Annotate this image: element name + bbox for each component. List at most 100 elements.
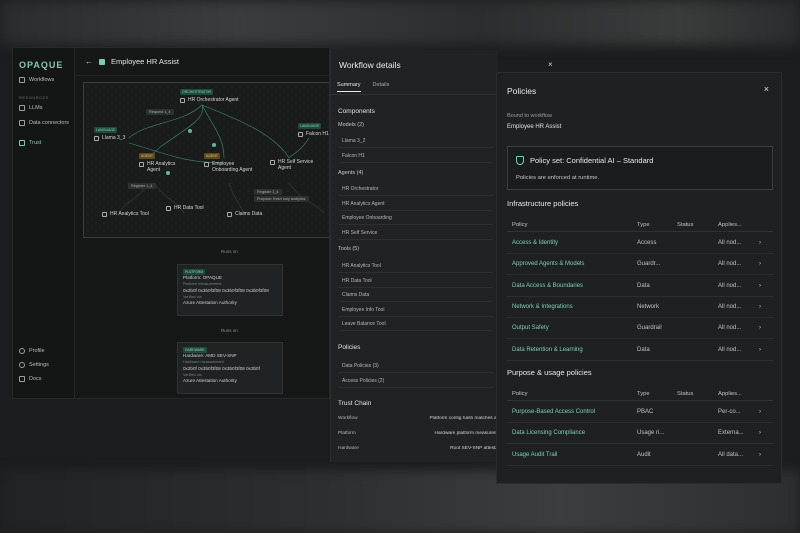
policy-name[interactable]: Data Retention & Learning (512, 340, 630, 361)
close-icon[interactable]: × (764, 84, 769, 94)
node-hr-self-service-agent[interactable]: HR Self Service Agent (270, 159, 320, 171)
policy-applies: All nod... (718, 282, 742, 289)
hardware-card[interactable]: HARDWARE Hardware: AMD SEV-SNP Hardware … (177, 342, 283, 394)
list-item[interactable]: HR Analytics Agent (338, 197, 494, 211)
bound-label: Bound to workflow (507, 113, 552, 119)
table-row[interactable]: Data Licensing ComplianceUsage ri...✓Enf… (507, 423, 773, 445)
list-item[interactable]: Llama 3_2 (338, 134, 494, 148)
workflow-canvas[interactable]: ORCHESTRATOR HR Orchestrator Agent LANGU… (83, 82, 329, 238)
list-item[interactable]: Leave Balance Tool (338, 317, 494, 331)
list-item[interactable]: Employee Info Tool (338, 303, 494, 317)
policy-type: Usage ri... (637, 430, 665, 437)
table-row[interactable]: Usage Audit TrailAudit✓ActiveAll data...… (507, 445, 773, 466)
policy-name[interactable]: Purpose-Based Access Control (512, 402, 630, 423)
list-item[interactable]: Data Policies (3) (338, 359, 494, 373)
node-llama[interactable]: LANGUAGE Llama 3_3 (94, 127, 134, 141)
chevron-right-icon[interactable]: › (759, 340, 769, 361)
edge-tag: Request 1_4 (146, 109, 174, 115)
policy-name[interactable]: Output Safety (512, 318, 630, 339)
back-arrow-icon[interactable]: ← (85, 57, 93, 66)
node-hr-data-tool[interactable]: HR Data Tool (166, 205, 204, 211)
list-item[interactable]: Claims Data (338, 288, 494, 302)
policy-type: PBAC (637, 409, 654, 415)
chevron-right-icon[interactable]: › (759, 297, 769, 318)
node-hr-analytics-tool[interactable]: HR Analytics Tool (102, 211, 149, 217)
chevron-right-icon[interactable]: › (759, 276, 769, 297)
chevron-right-icon[interactable]: › (759, 233, 769, 254)
nav-data-connectors[interactable]: Data connectors (19, 120, 69, 126)
chevron-right-icon[interactable]: › (759, 402, 769, 423)
policy-type: Data (637, 346, 650, 353)
workflow-details-panel: Workflow details × Summary Details Compo… (330, 50, 553, 462)
table-row[interactable]: Output SafetyGuardrail✓EnforcAll nod...› (507, 318, 773, 340)
list-item[interactable]: HR Self Service (338, 226, 494, 240)
database-icon (19, 120, 25, 126)
nav-settings[interactable]: Settings (19, 362, 49, 368)
policy-applies: All nod... (718, 240, 742, 246)
node-claims-data[interactable]: Claims Data (227, 211, 262, 217)
agents-heading: Agents (4) (338, 170, 364, 176)
nav-docs[interactable]: Docs (19, 376, 42, 382)
table-row[interactable]: Access & IdentityAccess✓EnforcAll nod...… (507, 233, 773, 254)
policy-name[interactable]: Data Access & Boundaries (512, 276, 630, 297)
list-item[interactable]: Employee Onboarding (338, 211, 494, 225)
trust-row: Hardware Root SEV-SNP attesta (338, 446, 498, 451)
edge-dot (166, 171, 170, 175)
node-falcon[interactable]: LANGUAGE Falcon H1 (298, 123, 329, 137)
list-item[interactable]: Falcon H1 (338, 149, 494, 163)
lock-icon (99, 58, 105, 65)
tab-summary[interactable]: Summary (337, 82, 361, 92)
shield-icon (516, 156, 524, 165)
list-item[interactable]: HR Orchestrator (338, 182, 494, 196)
agent-icon (270, 160, 275, 165)
nav-llms[interactable]: LLMs (19, 105, 42, 111)
tool-icon (166, 206, 171, 211)
table-row[interactable]: Approved Agents & ModelsGuardr...✓Enforc… (507, 254, 773, 276)
edge-tag: Register 1_4 (254, 189, 282, 195)
node-hr-orchestrator[interactable]: ORCHESTRATOR HR Orchestrator Agent (180, 89, 240, 103)
tools-heading: Tools (5) (338, 246, 360, 252)
infra-policies-heading: Infrastructure policies (507, 199, 579, 208)
platform-card[interactable]: PLATFORM Platform: OPAQUE Platform measu… (177, 264, 283, 316)
components-heading: Components (338, 108, 375, 115)
chevron-right-icon[interactable]: › (759, 254, 769, 275)
policy-name[interactable]: Approved Agents & Models (512, 254, 630, 275)
list-item[interactable]: HR Data Tool (338, 274, 494, 288)
blurred-background-top (0, 0, 800, 45)
table-row[interactable]: Network & IntegrationsNetwork✓EnforcAll … (507, 297, 773, 318)
policy-name[interactable]: Network & Integrations (512, 297, 630, 318)
table-row[interactable]: Data Access & BoundariesData✓EnforcAll n… (507, 276, 773, 297)
policy-name[interactable]: Access & Identity (512, 233, 630, 254)
policy-name[interactable]: Usage Audit Trail (512, 445, 630, 466)
gear-icon (19, 362, 25, 368)
tab-details[interactable]: Details (373, 82, 390, 92)
node-hr-analytics-agent[interactable]: AGENT HR Analytics Agent (139, 153, 189, 173)
nav-workflows[interactable]: Workflows (19, 77, 54, 83)
table-row[interactable]: Data Retention & LearningData✓EnforcAll … (507, 340, 773, 361)
agent-icon (204, 162, 209, 167)
policy-type: Access (637, 240, 657, 246)
policy-set-title: Policy set: Confidential AI – Standard (530, 156, 654, 165)
nav-profile[interactable]: Profile (19, 348, 45, 354)
list-item[interactable]: HR Analytics Tool (338, 259, 494, 273)
edge-dot (188, 129, 192, 133)
policy-applies: Externa... (718, 430, 744, 437)
table-row[interactable]: Purpose-Based Access ControlPBAC✓EnforcP… (507, 402, 773, 423)
chevron-right-icon[interactable]: › (759, 318, 769, 339)
policy-applies: All nod... (718, 325, 742, 332)
edge-tag: Register 1_4 (128, 183, 156, 189)
chevron-right-icon[interactable]: › (759, 445, 769, 466)
app-window: OPAQUE Workflows RESOURCES LLMs Data con… (12, 47, 330, 399)
node-employee-onboarding-agent[interactable]: AGENT Employee Onboarding Agent (204, 153, 254, 173)
policy-applies: All nod... (718, 346, 742, 353)
policies-panel: Policies × Bound to workflow Employee HR… (496, 72, 782, 484)
sidebar: OPAQUE Workflows RESOURCES LLMs Data con… (13, 48, 75, 398)
close-icon[interactable]: × (548, 60, 553, 69)
chevron-right-icon[interactable]: › (759, 423, 769, 444)
nav-trust[interactable]: Trust (19, 140, 41, 146)
workflow-title: Employee HR Assist (111, 57, 179, 66)
user-icon (19, 348, 25, 354)
policy-applies: All nod... (718, 261, 742, 268)
list-item[interactable]: Access Policies (2) (338, 374, 494, 388)
policy-name[interactable]: Data Licensing Compliance (512, 423, 630, 444)
